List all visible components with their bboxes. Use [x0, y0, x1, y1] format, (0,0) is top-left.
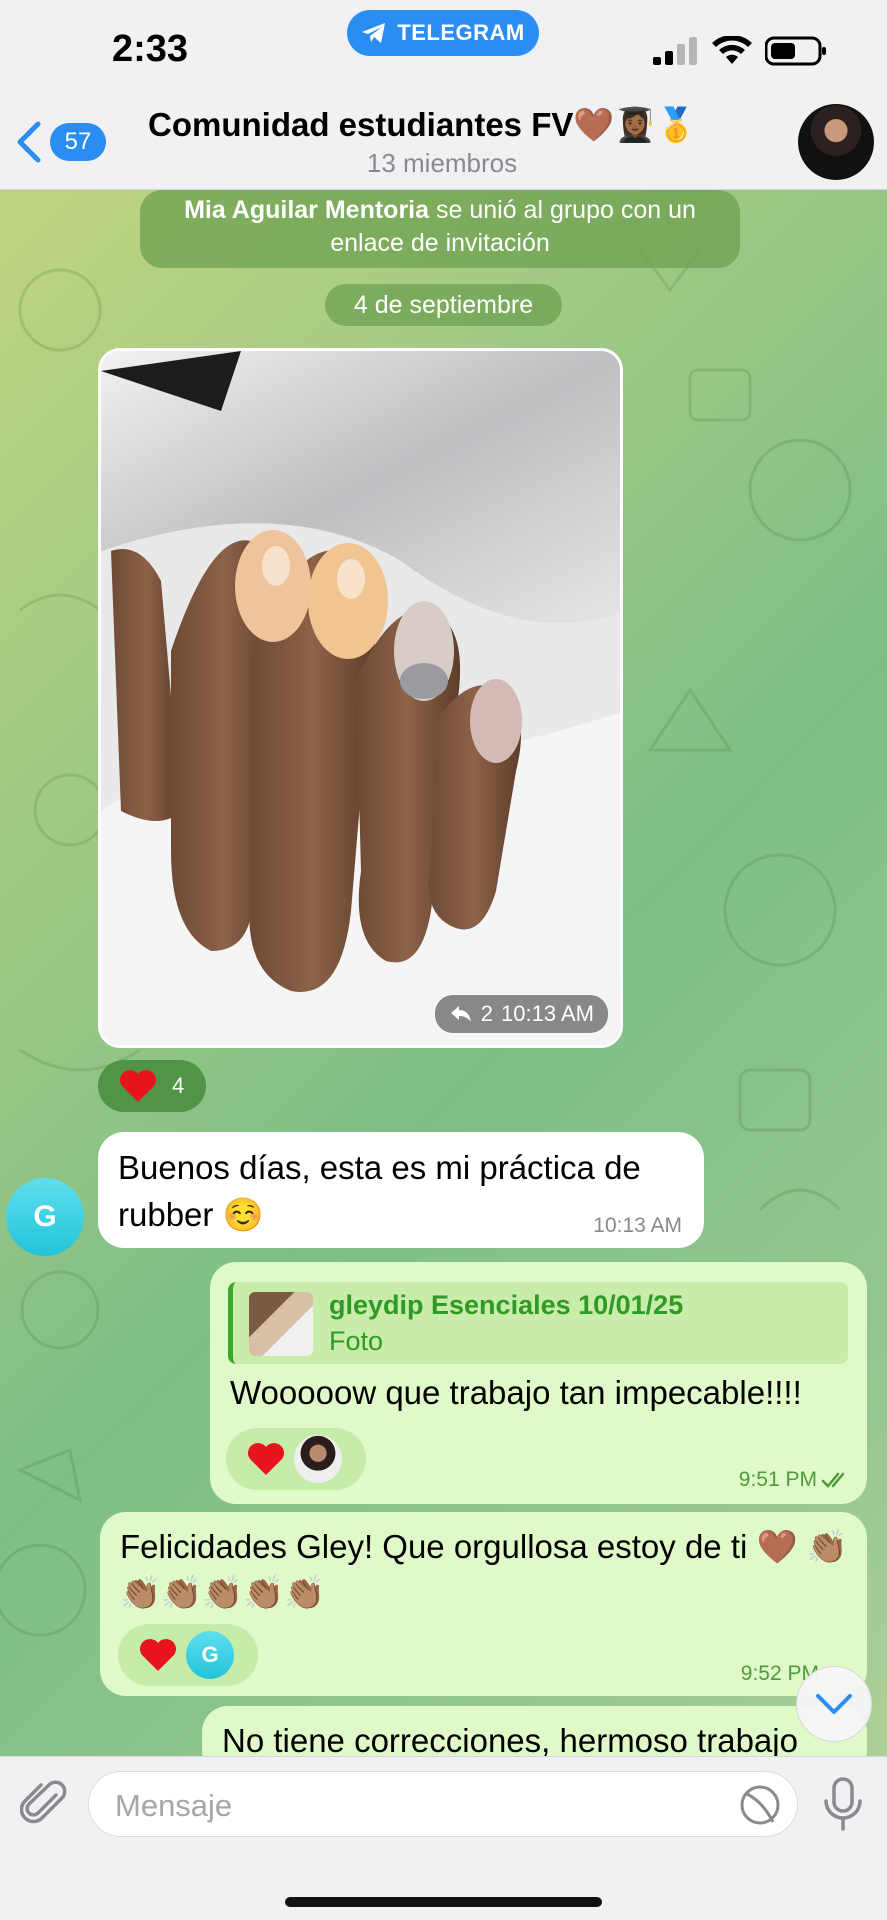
telegram-plane-icon [362, 23, 386, 43]
message-meta: 9:51 PM [739, 1468, 851, 1492]
status-bar: 2:33 TELEGRAM [0, 0, 887, 90]
photo-message[interactable]: 2 10:13 AM [98, 348, 623, 1048]
outgoing-message[interactable]: gleydip Esenciales 10/01/25 Foto Wooooow… [210, 1262, 867, 1504]
double-check-icon [821, 1472, 845, 1488]
return-to-telegram-pill[interactable]: TELEGRAM [347, 10, 539, 56]
date-separator: 4 de septiembre [325, 284, 562, 326]
sender-avatar[interactable]: G [6, 1178, 84, 1256]
reply-quote[interactable]: gleydip Esenciales 10/01/25 Foto [228, 1282, 848, 1364]
forward-count: 2 [480, 1001, 494, 1026]
forward-icon [450, 1006, 471, 1022]
heart-icon [120, 1070, 156, 1102]
message-time: 9:51 PM [738, 1468, 817, 1491]
battery-icon [765, 36, 826, 66]
back-button[interactable]: 57 [14, 120, 106, 164]
reply-thumbnail [249, 1292, 313, 1356]
outgoing-message[interactable]: No tiene correcciones, hermoso trabajo [202, 1706, 867, 1756]
chevron-left-icon [17, 121, 41, 163]
heart-reaction[interactable]: G [118, 1624, 258, 1686]
service-message: Mia Aguilar Mentoria se unió al grupo co… [140, 190, 740, 268]
sticker-icon[interactable] [739, 1784, 781, 1826]
chat-title[interactable]: Comunidad estudiantes FV🤎👩🏾‍🎓🥇 [148, 106, 748, 145]
joined-user-name[interactable]: Mia Aguilar Mentoria [184, 196, 429, 224]
reactor-avatar: G [186, 1631, 234, 1679]
return-app-label: TELEGRAM [397, 20, 525, 45]
incoming-message[interactable]: Buenos días, esta es mi práctica de rubb… [98, 1132, 704, 1248]
home-indicator[interactable] [285, 1897, 602, 1907]
photo-meta: 2 10:13 AM [434, 995, 608, 1033]
message-placeholder: Mensaje [115, 1788, 233, 1823]
outgoing-message[interactable]: Felicidades Gley! Que orgullosa estoy de… [100, 1512, 867, 1696]
reaction-count: 4 [172, 1073, 185, 1098]
chat-header: 57 Comunidad estudiantes FV🤎👩🏾‍🎓🥇 13 mie… [0, 90, 887, 190]
cellular-signal-icon [653, 37, 697, 65]
message-time: 10:13 AM [501, 1001, 594, 1026]
message-composer: Mensaje [0, 1756, 887, 1920]
heart-icon [248, 1443, 284, 1475]
reactor-avatar [294, 1435, 342, 1483]
reply-subtitle: Foto [329, 1326, 384, 1356]
status-time: 2:33 [112, 28, 189, 70]
nails-photo [101, 351, 620, 1045]
heart-icon [140, 1639, 176, 1671]
microphone-icon[interactable] [820, 1777, 866, 1833]
group-avatar[interactable] [798, 104, 874, 180]
message-text: Wooooow que trabajo tan impecable!!!! [230, 1374, 802, 1411]
heart-reaction[interactable]: 4 [98, 1060, 206, 1112]
message-text: Felicidades Gley! Que orgullosa estoy de… [120, 1528, 848, 1611]
scroll-to-bottom-button[interactable] [796, 1666, 872, 1742]
chevron-down-icon [816, 1694, 852, 1714]
member-count: 13 miembros [366, 148, 518, 178]
status-icons [653, 36, 827, 66]
reply-title: gleydip Esenciales 10/01/25 [329, 1290, 684, 1320]
heart-reaction[interactable] [226, 1428, 366, 1490]
message-text: No tiene correcciones, hermoso trabajo [222, 1722, 798, 1756]
wifi-icon [712, 36, 752, 64]
message-input[interactable]: Mensaje [88, 1771, 798, 1837]
message-time: 10:13 AM [593, 1214, 682, 1237]
message-list[interactable]: Mia Aguilar Mentoria se unió al grupo co… [0, 190, 887, 1756]
unread-count-badge: 57 [50, 123, 106, 161]
paperclip-icon[interactable] [20, 1779, 70, 1829]
